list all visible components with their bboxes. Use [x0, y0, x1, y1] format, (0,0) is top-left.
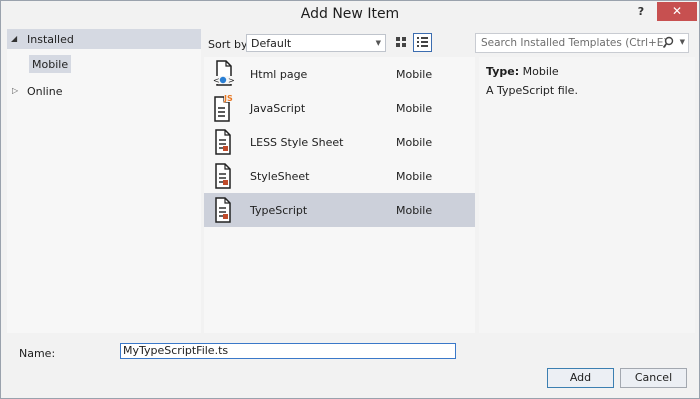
template-item-javascript[interactable]: JS JavaScript Mobile — [204, 91, 475, 125]
add-button[interactable]: Add — [547, 368, 614, 388]
search-options-arrow-icon[interactable]: ▼ — [680, 38, 685, 46]
dialog-title: Add New Item — [300, 6, 400, 22]
tree-node-online[interactable]: ▷ Online — [7, 81, 201, 101]
svg-text:JS: JS — [223, 94, 233, 103]
template-category: Mobile — [396, 204, 433, 217]
list-view-button[interactable] — [413, 33, 432, 52]
type-line: Type: Mobile — [486, 65, 559, 78]
template-tree: ◢ Installed Mobile ▷ Online — [7, 29, 201, 333]
template-list: < > Html page Mobile JS JavaScript Mobil… — [204, 57, 475, 333]
template-name: Html page — [250, 68, 308, 81]
close-button[interactable]: ✕ — [657, 2, 697, 21]
template-item-typescript[interactable]: TypeScript Mobile — [204, 193, 475, 227]
dropdown-arrow-icon: ▼ — [375, 39, 381, 47]
sort-by-label: Sort by: — [208, 38, 251, 51]
title-bar: Add New Item ? ✕ — [1, 1, 699, 27]
template-category: Mobile — [396, 136, 433, 149]
help-button[interactable]: ? — [634, 5, 648, 19]
javascript-file-icon: JS — [214, 93, 234, 122]
tree-node-label: Mobile — [32, 58, 69, 71]
template-item-less-style-sheet[interactable]: LESS Style Sheet Mobile — [204, 125, 475, 159]
type-value: Mobile — [522, 65, 559, 78]
template-category: Mobile — [396, 68, 433, 81]
svg-text:<: < — [213, 76, 220, 85]
tree-node-label: Online — [27, 85, 63, 98]
template-item-html-page[interactable]: < > Html page Mobile — [204, 57, 475, 91]
html-page-icon: < > — [212, 60, 234, 86]
collapsed-arrow-icon[interactable]: ▷ — [12, 86, 18, 95]
template-item-stylesheet[interactable]: StyleSheet Mobile — [204, 159, 475, 193]
tree-node-installed[interactable]: ◢ Installed — [7, 29, 201, 49]
template-category: Mobile — [396, 170, 433, 183]
tree-node-mobile[interactable]: Mobile — [29, 55, 71, 73]
grid-view-icon — [396, 37, 406, 47]
less-stylesheet-icon — [215, 129, 231, 155]
search-placeholder: Search Installed Templates (Ctrl+E) — [481, 37, 668, 49]
list-view-icon — [417, 37, 428, 47]
stylesheet-icon — [215, 163, 231, 189]
typescript-file-icon — [215, 197, 231, 223]
template-name: StyleSheet — [250, 170, 310, 183]
add-new-item-dialog: Add New Item ? ✕ ◢ Installed Mobile ▷ On… — [0, 0, 700, 399]
name-field[interactable]: MyTypeScriptFile.ts — [120, 343, 456, 359]
expanded-arrow-icon[interactable]: ◢ — [11, 34, 17, 43]
svg-text:>: > — [228, 76, 234, 85]
sort-by-value: Default — [251, 37, 292, 50]
search-templates-input[interactable]: Search Installed Templates (Ctrl+E) ▼ — [475, 33, 689, 53]
template-name: JavaScript — [250, 102, 306, 115]
template-name: TypeScript — [250, 204, 308, 217]
template-description: A TypeScript file. — [486, 84, 578, 97]
cancel-button[interactable]: Cancel — [620, 368, 687, 388]
search-icon[interactable] — [662, 36, 674, 50]
sort-by-dropdown[interactable]: Default ▼ — [246, 34, 386, 52]
close-icon: ✕ — [671, 4, 683, 18]
type-label: Type: — [486, 65, 520, 78]
template-name: LESS Style Sheet — [250, 136, 344, 149]
template-details-panel: Type: Mobile A TypeScript file. — [479, 57, 695, 333]
tree-node-label: Installed — [27, 33, 74, 46]
template-category: Mobile — [396, 102, 433, 115]
small-icons-view-button[interactable] — [393, 34, 410, 51]
name-label: Name: — [19, 347, 56, 360]
